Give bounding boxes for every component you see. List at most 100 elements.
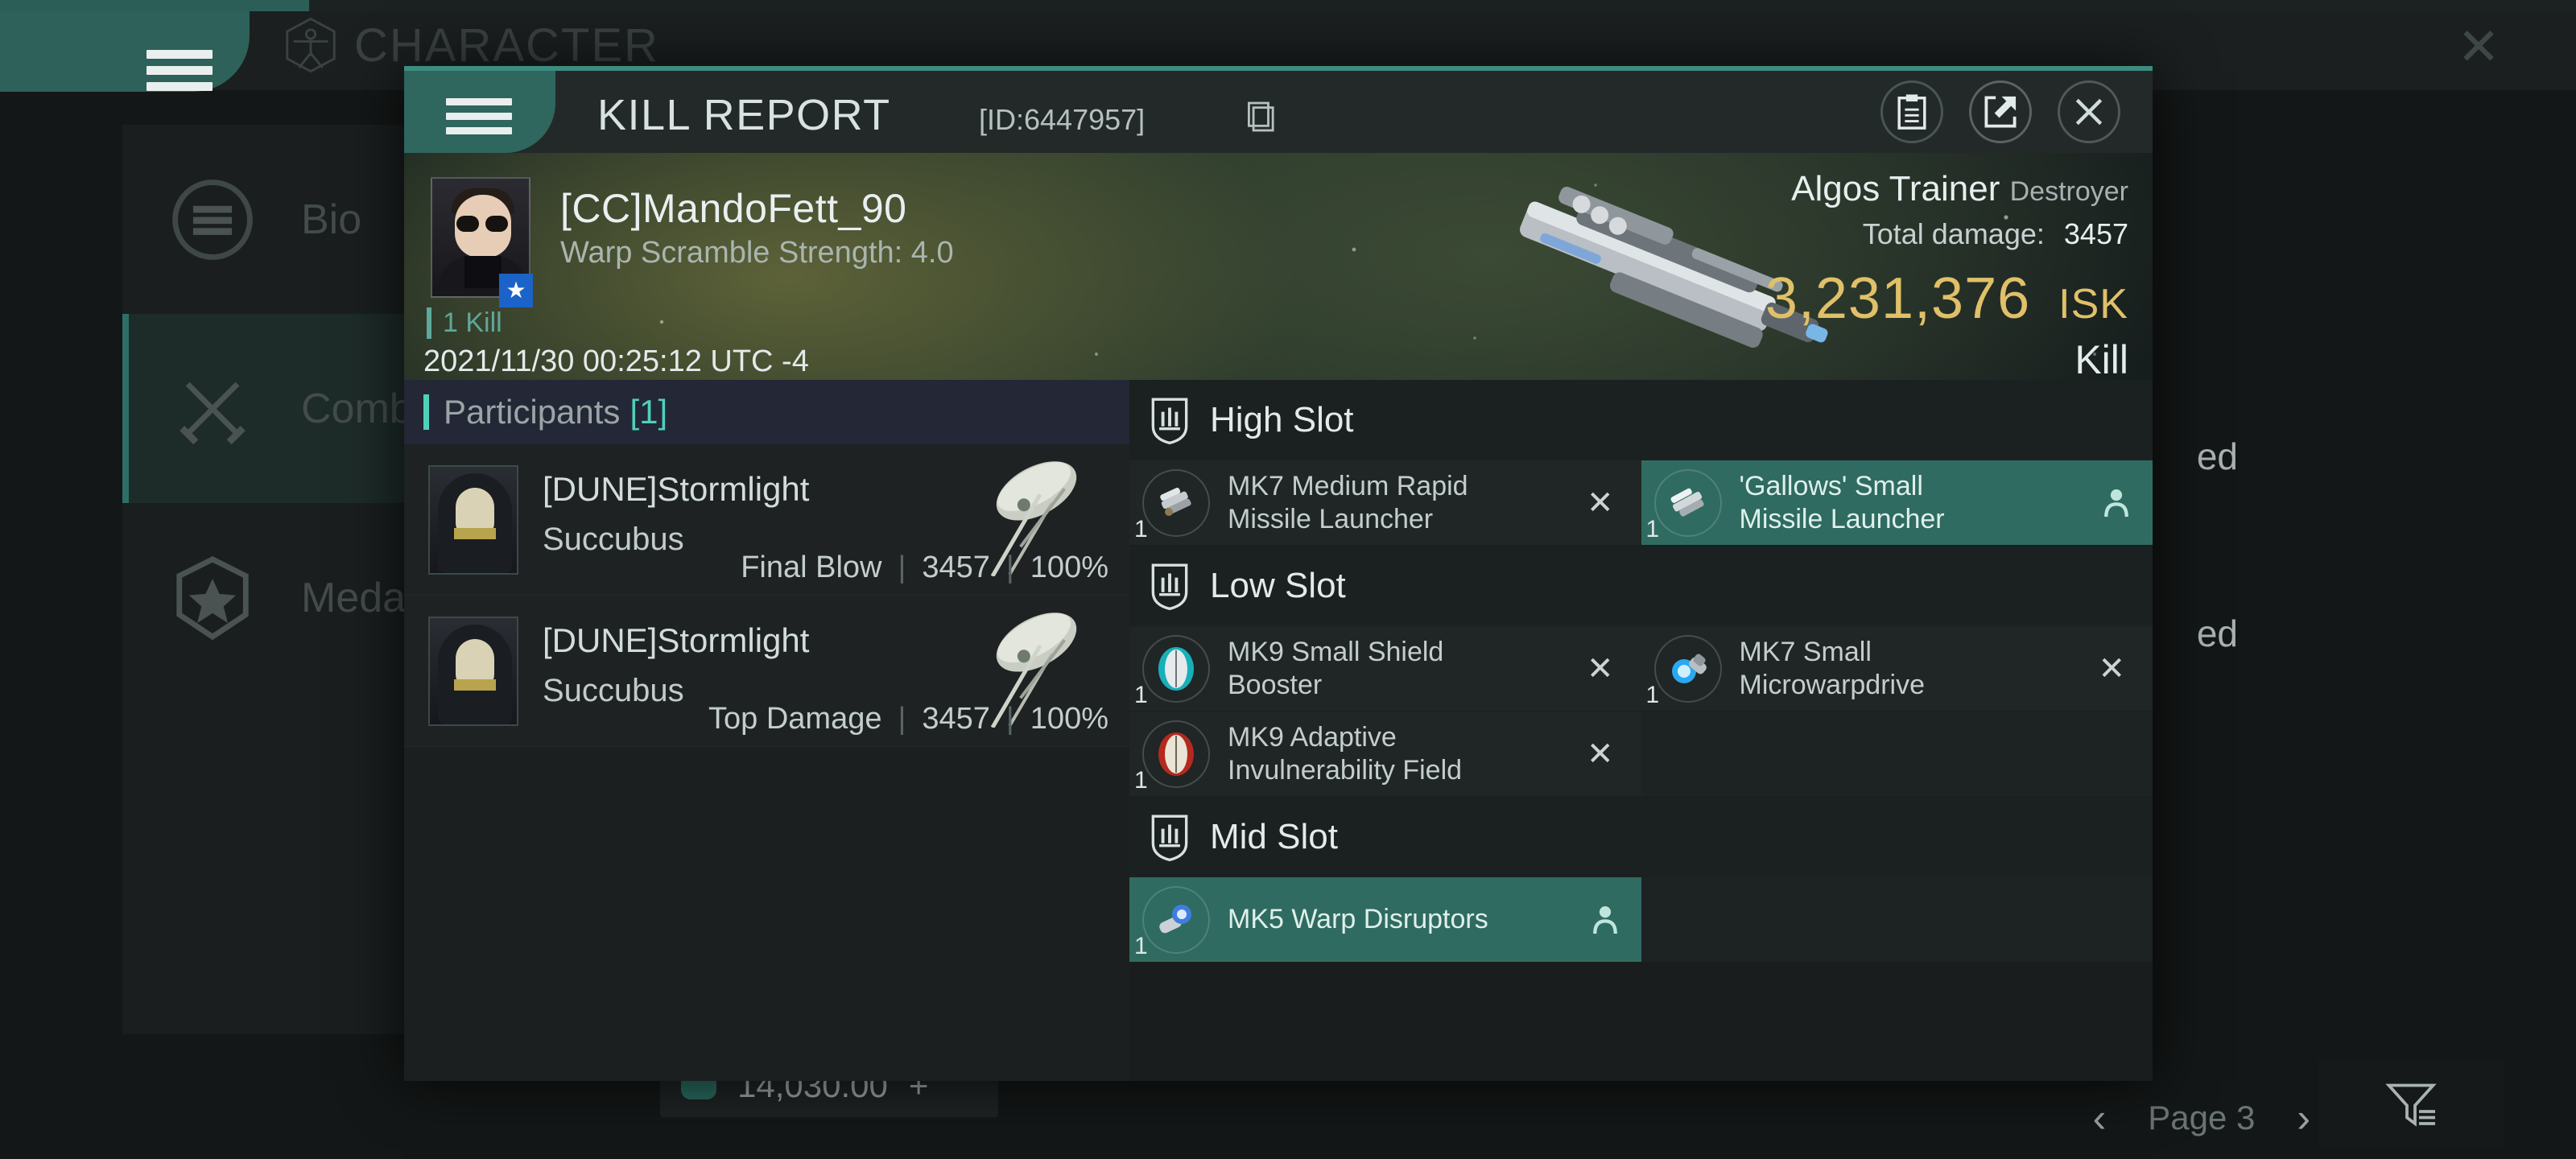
avatar (428, 617, 518, 726)
stat-separator: | (1005, 551, 1014, 584)
item-name: MK7 Small Microwarpdrive (1739, 637, 1926, 700)
slot-group-label: Low Slot (1210, 566, 1346, 605)
ship-name-row: Algos Trainer Destroyer (1765, 169, 2128, 209)
slot-group-header-low: Low Slot (1129, 546, 2153, 626)
remove-icon[interactable]: ✕ (2098, 650, 2125, 687)
vitruvian-man-icon (286, 17, 336, 73)
item-quantity: 1 (1645, 682, 1660, 708)
total-damage-value: 3457 (2063, 217, 2128, 250)
funnel-filter-icon (2385, 1083, 2437, 1127)
participant-stats: Final Blow | 3457 | 100% (741, 551, 1108, 585)
missile-launcher-icon (1649, 464, 1727, 542)
person-icon[interactable] (1591, 904, 1619, 936)
modal-action-buttons (1880, 80, 2120, 143)
isk-value-row: 3,231,376 ISK (1765, 266, 2128, 332)
fitting-panel: High Slot 1 MK7 Medium Rapid Missile Lau… (1129, 380, 2153, 1081)
item-quantity: 1 (1134, 933, 1148, 959)
slot-group-header-high: High Slot (1129, 380, 2153, 460)
participants-panel: Participants [1] [DUNE]Stormlight Succub… (404, 380, 1129, 1081)
participant-name: [DUNE]Stormlight (543, 470, 810, 508)
slot-group-label: High Slot (1210, 400, 1354, 439)
modal-title: KILL REPORT (597, 91, 891, 139)
background-page-title: CHARACTER (354, 19, 659, 72)
participant-ship: Succubus (543, 522, 684, 557)
kill-timestamp: 2021/11/30 00:25:12 UTC -4 (423, 344, 809, 378)
ship-class: Destroyer (2009, 176, 2128, 207)
missile-launcher-icon (1137, 464, 1215, 542)
shield-booster-icon (1137, 630, 1215, 707)
list-circle-icon (161, 168, 264, 271)
page-label: Page 3 (2148, 1099, 2256, 1136)
fitting-item[interactable]: 1 MK7 Small Microwarpdrive ✕ (1641, 626, 2153, 711)
chevron-right-icon[interactable]: › (2297, 1095, 2310, 1141)
accent-tick (423, 394, 429, 430)
table-row[interactable]: [DUNE]Stormlight Succubus Final Blow | 3… (404, 444, 1129, 596)
slot-shield-icon (1151, 815, 1188, 862)
participants-title: Participants (444, 393, 621, 431)
ship-summary: Algos Trainer Destroyer Total damage: 34… (1765, 169, 2128, 332)
slot-group-label: Mid Slot (1210, 817, 1338, 856)
ship-name: Algos Trainer (1791, 169, 2000, 208)
person-icon[interactable] (2103, 487, 2130, 519)
isk-value: 3,231,376 (1765, 266, 2031, 331)
fitting-item[interactable]: 1 'Gallows' Small Missile Launcher (1641, 460, 2153, 546)
item-quantity: 1 (1134, 516, 1148, 542)
kill-summary-banner: ★ [CC]MandoFett_90 Warp Scramble Strengt… (404, 153, 2153, 380)
background-cut-text-1: ed (2196, 435, 2238, 477)
participant-role: Final Blow (741, 551, 882, 584)
participant-stats: Top Damage | 3457 | 100% (708, 702, 1108, 736)
participant-damage: 3457 (922, 702, 990, 736)
participant-name: [DUNE]Stormlight (543, 621, 810, 659)
remove-icon[interactable]: ✕ (1587, 485, 1614, 522)
fitting-item[interactable]: 1 MK9 Adaptive Invulnerability Field ✕ (1129, 711, 1641, 797)
hamburger-icon (446, 98, 512, 142)
copy-icon[interactable] (1248, 101, 1275, 132)
microwarpdrive-icon (1649, 630, 1727, 707)
avatar (428, 465, 518, 575)
kill-result: Kill (2074, 337, 2128, 380)
close-button[interactable] (2058, 80, 2120, 143)
close-icon (2075, 98, 2103, 126)
total-damage-row: Total damage: 3457 (1765, 217, 2128, 251)
item-name: MK5 Warp Disruptors (1228, 904, 1488, 935)
participants-count: [1] (630, 393, 668, 431)
clipboard-button[interactable] (1880, 80, 1943, 143)
fitting-empty-slot (1641, 711, 2153, 797)
pagination: ‹ Page 3 › (2093, 1095, 2310, 1141)
invulnerability-field-icon (1137, 716, 1215, 793)
item-quantity: 1 (1645, 516, 1660, 542)
stat-separator: | (1005, 702, 1014, 736)
share-button[interactable] (1969, 80, 2032, 143)
modal-menu-button[interactable] (404, 71, 555, 153)
background-top-accent-bar (0, 0, 2576, 11)
participant-percent: 100% (1030, 551, 1108, 584)
chevron-left-icon[interactable]: ‹ (2093, 1095, 2107, 1141)
slot-grid-mid: 1 MK5 Warp Disruptors (1129, 877, 2153, 963)
isk-unit: ISK (2058, 281, 2128, 328)
slot-group-header-mid: Mid Slot (1129, 797, 2153, 877)
fitting-item[interactable]: 1 MK7 Medium Rapid Missile Launcher ✕ (1129, 460, 1641, 546)
fitting-item[interactable]: 1 MK9 Small Shield Booster ✕ (1129, 626, 1641, 711)
background-menu-button[interactable] (0, 11, 250, 92)
remove-icon[interactable]: ✕ (1587, 736, 1614, 773)
remove-icon[interactable]: ✕ (1587, 650, 1614, 687)
item-name: MK9 Adaptive Invulnerability Field (1228, 722, 1463, 786)
sidebar-item-label: Bio (301, 196, 362, 243)
warp-scramble-strength: Warp Scramble Strength: 4.0 (560, 236, 954, 270)
fitting-item[interactable]: 1 MK5 Warp Disruptors (1129, 877, 1641, 963)
background-close-button[interactable]: ✕ (2452, 21, 2505, 76)
filter-button[interactable] (2318, 1059, 2504, 1148)
clipboard-icon (1897, 94, 1926, 130)
table-row[interactable]: [DUNE]Stormlight Succubus Top Damage | 3… (404, 596, 1129, 747)
item-quantity: 1 (1134, 682, 1148, 708)
star-badge-icon: ★ (499, 274, 533, 307)
kill-count-tag: 1 Kill (427, 307, 502, 339)
slot-grid-low: 1 MK9 Small Shield Booster ✕ 1 MK9 Adapt… (1129, 626, 2153, 797)
slot-grid-high: 1 MK7 Medium Rapid Missile Launcher ✕ 1 … (1129, 460, 2153, 546)
item-name: MK7 Medium Rapid Missile Launcher (1228, 471, 1468, 534)
modal-body: Participants [1] [DUNE]Stormlight Succub… (404, 380, 2153, 1081)
slot-shield-icon (1151, 563, 1188, 611)
participant-role: Top Damage (708, 702, 882, 736)
stat-separator: | (898, 551, 906, 584)
item-quantity: 1 (1134, 767, 1148, 794)
